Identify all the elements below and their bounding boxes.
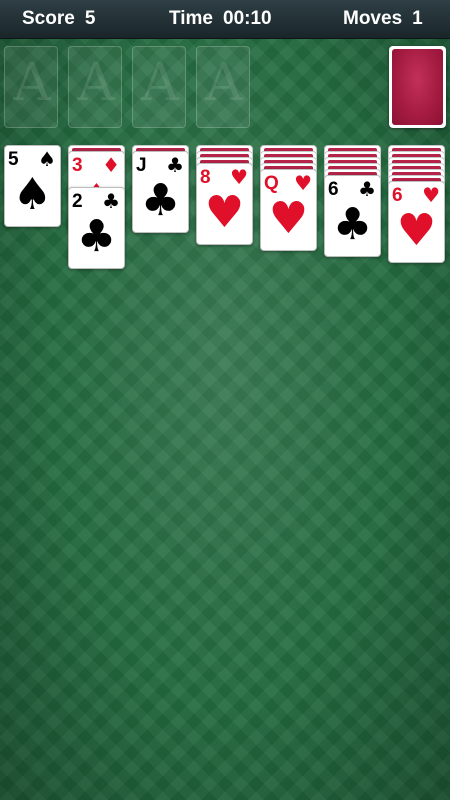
moves-value: 1 <box>412 8 423 29</box>
playing-card[interactable]: J ♣ ♣ <box>132 151 189 233</box>
foundation-placeholder-letter: A <box>77 53 115 113</box>
hearts-icon: ♥ <box>204 187 245 238</box>
hearts-icon: ♥ <box>268 193 309 244</box>
spades-icon: ♠ <box>38 147 56 171</box>
hearts-icon: ♥ <box>396 205 437 256</box>
foundation-pile-2[interactable]: A <box>68 46 122 128</box>
foundation-pile-1[interactable]: A <box>4 46 58 128</box>
clubs-icon: ♣ <box>358 177 376 201</box>
spades-icon: ♠ <box>12 169 53 220</box>
moves-display: Moves 1 <box>343 8 423 30</box>
card-rank: 5 <box>8 149 19 170</box>
moves-label: Moves <box>343 8 403 29</box>
hearts-icon: ♥ <box>230 165 248 189</box>
game-table: Score5 Time00:10 Moves1 A A A A 5♠♠3♦♦2♣… <box>0 0 450 800</box>
card-rank: 2 <box>72 191 83 212</box>
hearts-icon: ♥ <box>422 183 440 207</box>
clubs-icon: ♣ <box>140 175 181 226</box>
clubs-icon: ♣ <box>76 211 117 262</box>
card-rank: 3 <box>72 155 83 176</box>
score-value: 5 <box>84 8 96 29</box>
playing-card[interactable]: 2 ♣ ♣ <box>68 187 125 269</box>
playing-card[interactable]: Q ♥ ♥ <box>260 169 317 251</box>
card-rank: J <box>136 155 147 176</box>
time-value: 00:10 <box>223 8 272 29</box>
diamonds-icon: ♦ <box>102 153 120 177</box>
clubs-icon: ♣ <box>102 189 120 213</box>
playing-card[interactable]: 8 ♥ ♥ <box>196 163 253 245</box>
playing-card[interactable]: 6 ♥ ♥ <box>388 181 445 263</box>
playing-card[interactable]: 5 ♠ ♠ <box>4 145 61 227</box>
stock-pile[interactable] <box>389 46 446 128</box>
hearts-icon: ♥ <box>294 171 312 195</box>
card-rank: 6 <box>392 185 403 206</box>
score-display: Score 5 <box>22 8 95 30</box>
foundation-placeholder-letter: A <box>141 53 179 113</box>
time-display: Time 00:10 <box>169 8 272 30</box>
clubs-icon: ♣ <box>332 199 373 250</box>
playing-card[interactable]: 6 ♣ ♣ <box>324 175 381 257</box>
score-label: Score <box>22 8 75 29</box>
foundation-placeholder-letter: A <box>205 53 243 113</box>
card-back <box>392 49 443 125</box>
status-bar: Score 5 Time 00:10 Moves 1 <box>0 0 450 39</box>
card-rank: 8 <box>200 167 211 188</box>
time-label: Time <box>169 8 214 29</box>
foundation-placeholder-letter: A <box>13 53 51 113</box>
card-rank: Q <box>264 173 279 194</box>
foundation-pile-3[interactable]: A <box>132 46 186 128</box>
card-rank: 6 <box>328 179 339 200</box>
foundation-pile-4[interactable]: A <box>196 46 250 128</box>
clubs-icon: ♣ <box>166 153 184 177</box>
